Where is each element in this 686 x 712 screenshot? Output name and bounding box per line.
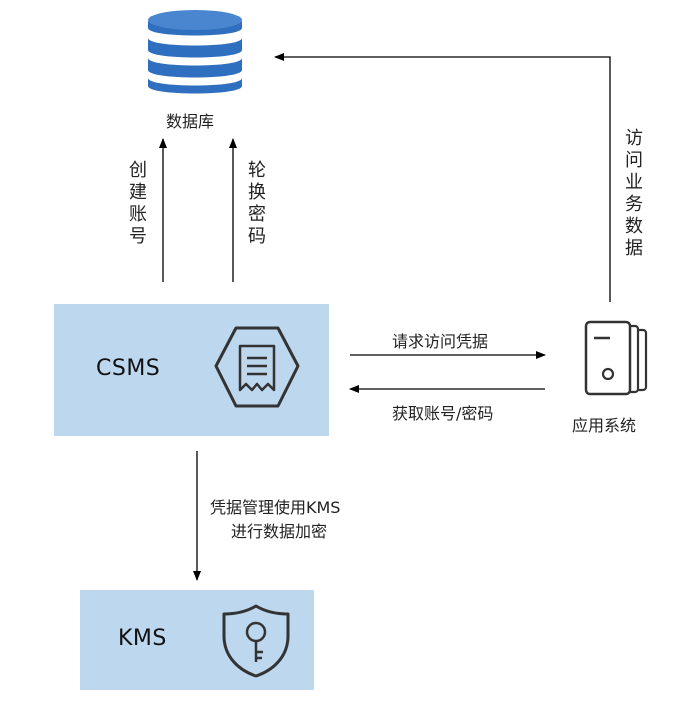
database-icon [148,10,242,94]
kms-edge-label-line1: 凭据管理使用KMS [210,498,341,517]
csms-label: CSMS [96,356,161,381]
request-credential-label: 请求访问凭据 [392,332,489,351]
csms-box: CSMS [54,304,329,436]
access-business-data-arrow [274,53,611,302]
app-node: 应用系统 [560,318,670,438]
rotate-password-label: 轮换密码 [248,160,266,247]
server-icon [584,320,648,396]
receipt-hexagon-icon [214,326,300,408]
get-account-password-label: 获取账号/密码 [392,404,494,423]
kms-box: KMS [80,590,314,690]
database-node: 数据库 [140,4,250,134]
database-label: 数据库 [166,112,215,131]
create-account-label: 创建账号 [129,160,147,247]
kms-edge-label-line2: 进行数据加密 [231,522,328,541]
key-shield-icon [222,604,290,678]
app-label: 应用系统 [572,416,637,435]
access-business-data-label: 访问业务数据 [625,128,643,259]
kms-label: KMS [118,626,167,651]
